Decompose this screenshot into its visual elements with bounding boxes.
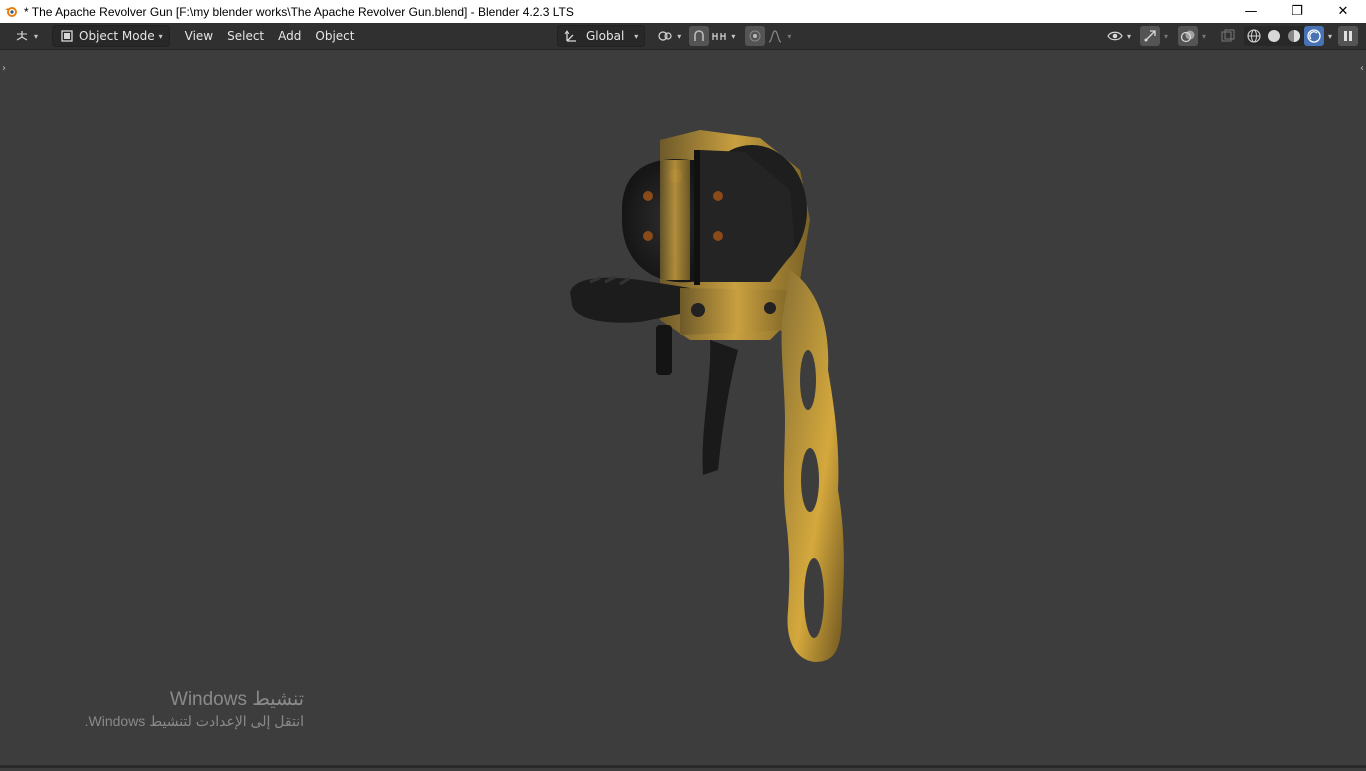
proportional-editing-icon — [747, 28, 763, 44]
falloff-curve-icon — [767, 28, 783, 44]
revolver-model[interactable] — [0, 50, 1366, 768]
snap-toggle[interactable] — [689, 26, 710, 46]
mode-selector[interactable]: Object Mode ▾ — [52, 25, 170, 47]
chevron-down-icon: ▾ — [787, 31, 792, 41]
solid-shading-button[interactable] — [1264, 26, 1284, 46]
pause-render-icon — [1340, 28, 1356, 44]
3d-viewport[interactable] — [0, 50, 1366, 768]
rendered-shading-button[interactable] — [1303, 26, 1324, 46]
viewport-header: ▾ Object Mode ▾ View Select Add Object G… — [0, 23, 1366, 50]
window-title: * The Apache Revolver Gun [F:\my blender… — [24, 4, 574, 19]
xray-toggle[interactable] — [1218, 26, 1238, 46]
wireframe-shading-icon — [1246, 28, 1262, 44]
overlays-icon — [1180, 28, 1196, 44]
solid-shading-icon — [1266, 28, 1282, 44]
snap-target-dropdown[interactable]: ▾ — [709, 26, 737, 46]
watermark-line-1: تنشيط Windows — [169, 689, 304, 710]
object-visibility-icon — [1107, 28, 1123, 44]
chevron-down-icon: ▾ — [634, 31, 639, 41]
pivot-point-icon — [657, 28, 673, 44]
snap-icon — [691, 28, 707, 44]
transform-orientation-icon — [564, 28, 580, 44]
restore-button[interactable]: ❐ — [1274, 0, 1320, 23]
proportional-editing-toggle[interactable] — [745, 26, 766, 46]
menu-select[interactable]: Select — [220, 26, 271, 46]
snap-increment-icon — [711, 28, 727, 44]
watermark-line-2: انتقل إلى الإعدادت لتنشيط Windows. — [84, 713, 304, 729]
wireframe-shading-button[interactable] — [1244, 26, 1264, 46]
pause-render-button[interactable] — [1338, 26, 1358, 46]
shading-options-chevron-icon[interactable]: ▾ — [1328, 32, 1332, 41]
gizmo-icon — [1142, 28, 1158, 44]
transform-orientation-label: Global — [586, 29, 625, 43]
menu-add[interactable]: Add — [271, 26, 308, 46]
mode-label: Object Mode — [79, 29, 155, 43]
chevron-down-icon: ▾ — [677, 31, 682, 41]
menu-view[interactable]: View — [178, 26, 220, 46]
overlays-toggle[interactable] — [1177, 26, 1198, 46]
xray-icon — [1220, 28, 1236, 44]
editor-type-icon — [14, 28, 30, 44]
chevron-down-icon[interactable]: ▾ — [1202, 32, 1206, 41]
gizmo-toggle[interactable] — [1139, 26, 1160, 46]
close-button[interactable]: ✕ — [1320, 0, 1366, 23]
material-preview-icon — [1286, 28, 1302, 44]
blender-logo-icon — [4, 5, 18, 19]
chevron-down-icon: ▾ — [731, 31, 736, 41]
window-title-bar: * The Apache Revolver Gun [F:\my blender… — [0, 0, 1366, 23]
transform-orientation-dropdown[interactable]: Global ▾ — [557, 25, 646, 47]
pivot-point-dropdown[interactable]: ▾ — [651, 26, 687, 46]
object-mode-icon — [59, 28, 75, 44]
chevron-down-icon: ▾ — [158, 31, 163, 41]
chevron-down-icon[interactable]: ▾ — [1164, 32, 1168, 41]
menu-object[interactable]: Object — [308, 26, 361, 46]
sidebar-expand-arrow-icon[interactable]: ‹ — [1360, 63, 1364, 74]
minimize-button[interactable]: — — [1228, 0, 1274, 23]
chevron-down-icon: ▾ — [34, 31, 39, 41]
rendered-shading-icon — [1306, 28, 1322, 44]
object-visibility-dropdown[interactable]: ▾ — [1104, 26, 1134, 46]
toolbar-expand-arrow-icon[interactable]: › — [2, 63, 6, 74]
chevron-down-icon: ▾ — [1126, 31, 1131, 41]
falloff-dropdown[interactable]: ▾ — [765, 26, 793, 46]
material-preview-button[interactable] — [1284, 26, 1304, 46]
windows-activation-watermark: تنشيط Windows انتقل إلى الإعدادت لتنشيط … — [60, 688, 304, 730]
editor-type-selector[interactable]: ▾ — [8, 26, 44, 46]
